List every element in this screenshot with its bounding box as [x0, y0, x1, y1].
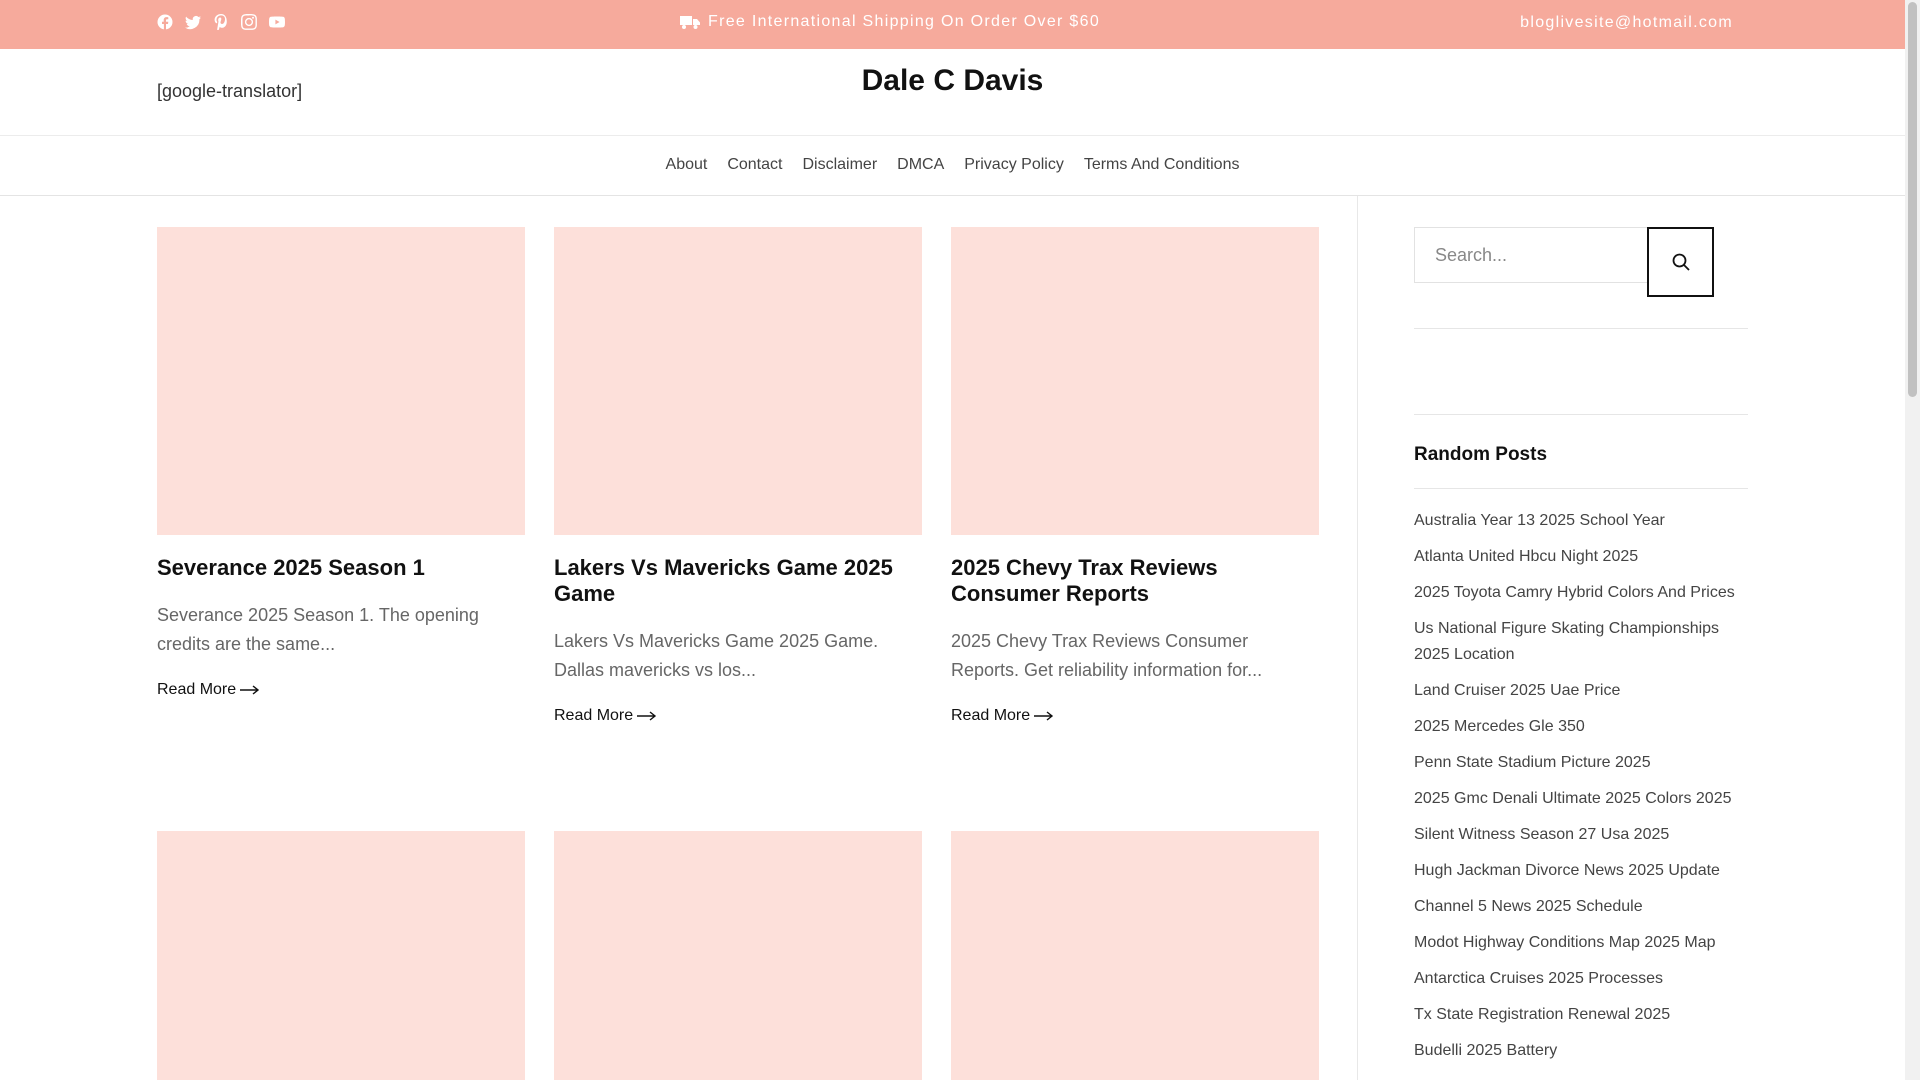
sidebar-divider	[1357, 196, 1358, 1080]
nav-item-terms[interactable]: Terms And Conditions	[1084, 156, 1240, 174]
instagram-icon[interactable]	[241, 14, 257, 30]
top-bar: Free International Shipping On Order Ove…	[0, 0, 1905, 49]
post-excerpt: 2025 Chevy Trax Reviews Consumer Reports…	[951, 631, 1263, 680]
post-card	[157, 831, 525, 1080]
facebook-icon[interactable]	[157, 14, 173, 30]
random-post-link[interactable]: Channel 5 News 2025 Schedule	[1414, 894, 1748, 920]
page-scrollbar[interactable]	[1905, 0, 1920, 1080]
read-more-label: Read More	[554, 707, 634, 724]
post-thumbnail[interactable]	[157, 227, 525, 535]
post-card: Lakers Vs Mavericks Game 2025 Game Laker…	[554, 227, 922, 725]
post-thumbnail[interactable]	[951, 227, 1319, 535]
read-more-link[interactable]: Read More	[554, 707, 922, 725]
header-divider	[0, 135, 1905, 136]
arrow-right-icon	[240, 685, 260, 695]
post-card: Severance 2025 Season 1 Severance 2025 S…	[157, 227, 525, 699]
random-post-link[interactable]: Modot Highway Conditions Map 2025 Map	[1414, 930, 1748, 956]
random-post-link[interactable]: Hugh Jackman Divorce News 2025 Update	[1414, 858, 1748, 884]
post-title[interactable]: Severance 2025 Season 1	[157, 555, 525, 581]
site-title[interactable]: Dale C Davis	[0, 64, 1905, 98]
nav-item-privacy-policy[interactable]: Privacy Policy	[964, 156, 1064, 174]
post-thumbnail[interactable]	[951, 831, 1319, 1080]
random-post-link[interactable]: Us National Figure Skating Championships…	[1414, 616, 1748, 668]
random-post-link[interactable]: 2025 Gmc Denali Ultimate 2025 Colors 202…	[1414, 786, 1748, 812]
nav-item-disclaimer[interactable]: Disclaimer	[802, 156, 877, 174]
search-input[interactable]	[1414, 227, 1650, 283]
post-title[interactable]: 2025 Chevy Trax Reviews Consumer Reports	[951, 555, 1319, 607]
random-post-link[interactable]: Penn State Stadium Picture 2025	[1414, 750, 1748, 776]
random-posts-heading: Random Posts	[1414, 444, 1548, 465]
youtube-icon[interactable]	[269, 14, 285, 30]
post-excerpt: Severance 2025 Season 1. The opening cre…	[157, 605, 479, 654]
read-more-label: Read More	[157, 681, 237, 698]
sidebar-separator	[1414, 414, 1748, 415]
post-excerpt: Lakers Vs Mavericks Game 2025 Game. Dall…	[554, 631, 879, 680]
random-post-link[interactable]: Atlanta United Hbcu Night 2025	[1414, 544, 1748, 570]
nav-divider	[0, 195, 1905, 196]
shipping-promo: Free International Shipping On Order Ove…	[680, 13, 1100, 31]
read-more-label: Read More	[951, 707, 1031, 724]
search-icon	[1671, 252, 1691, 272]
read-more-link[interactable]: Read More	[157, 681, 525, 699]
random-post-link[interactable]: 2025 Mercedes Gle 350	[1414, 714, 1748, 740]
social-links	[157, 14, 285, 30]
random-post-link[interactable]: Tx State Registration Renewal 2025	[1414, 1002, 1748, 1028]
arrow-right-icon	[1034, 711, 1054, 721]
post-card	[951, 831, 1319, 1080]
promo-text: Free International Shipping On Order Ove…	[708, 13, 1101, 30]
post-thumbnail[interactable]	[157, 831, 525, 1080]
sidebar-separator	[1414, 328, 1748, 329]
post-thumbnail[interactable]	[554, 831, 922, 1080]
nav-item-about[interactable]: About	[666, 156, 708, 174]
main-nav: About Contact Disclaimer DMCA Privacy Po…	[0, 156, 1905, 174]
random-post-link[interactable]: 2025 Toyota Camry Hybrid Colors And Pric…	[1414, 580, 1748, 606]
read-more-link[interactable]: Read More	[951, 707, 1319, 725]
post-card: 2025 Chevy Trax Reviews Consumer Reports…	[951, 227, 1319, 725]
scrollbar-thumb[interactable]	[1908, 2, 1917, 397]
pinterest-icon[interactable]	[213, 14, 229, 30]
random-post-link[interactable]: Land Cruiser 2025 Uae Price	[1414, 678, 1748, 704]
random-post-link[interactable]: Australia Year 13 2025 School Year	[1414, 508, 1748, 534]
post-card	[554, 831, 922, 1080]
nav-item-contact[interactable]: Contact	[727, 156, 782, 174]
random-post-link[interactable]: Antarctica Cruises 2025 Processes	[1414, 966, 1748, 992]
post-thumbnail[interactable]	[554, 227, 922, 535]
nav-item-dmca[interactable]: DMCA	[897, 156, 944, 174]
random-post-link[interactable]: Silent Witness Season 27 Usa 2025	[1414, 822, 1748, 848]
truck-icon	[680, 14, 700, 30]
random-post-link[interactable]: Budelli 2025 Battery	[1414, 1038, 1748, 1064]
sidebar-separator	[1414, 488, 1748, 489]
twitter-icon[interactable]	[185, 14, 201, 30]
search-button[interactable]	[1647, 227, 1714, 297]
post-title[interactable]: Lakers Vs Mavericks Game 2025 Game	[554, 555, 922, 607]
random-posts-list: Australia Year 13 2025 School Year Atlan…	[1414, 508, 1748, 1074]
arrow-right-icon	[637, 711, 657, 721]
contact-email[interactable]: bloglivesite@hotmail.com	[1520, 14, 1733, 32]
search-form	[1414, 227, 1714, 297]
